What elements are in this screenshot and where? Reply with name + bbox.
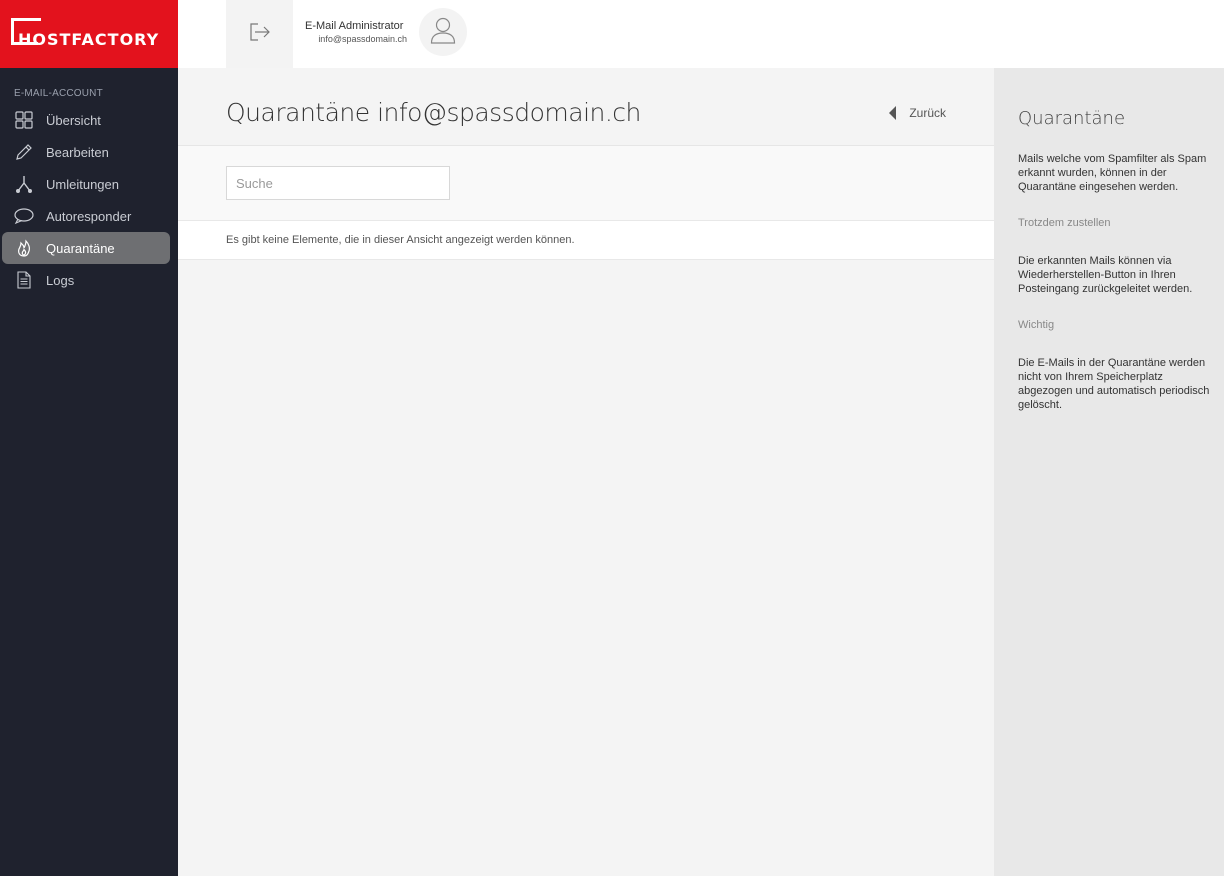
search-input[interactable] — [226, 166, 450, 200]
sidebar-section-label: E-MAIL-ACCOUNT — [14, 88, 103, 99]
sidebar-item-label: Logs — [46, 272, 75, 288]
pencil-icon — [14, 142, 34, 162]
page-title: Quarantäne info@spassdomain.ch — [226, 98, 641, 127]
sidebar-item-uebersicht[interactable]: Übersicht — [2, 104, 170, 136]
sidebar-item-label: Übersicht — [46, 112, 101, 128]
user-email: info@spassdomain.ch — [318, 34, 407, 44]
flame-icon — [14, 238, 34, 258]
user-name: E-Mail Administrator — [305, 20, 404, 32]
arrow-left-icon — [889, 106, 897, 120]
fork-icon — [14, 174, 34, 194]
speech-bubble-icon — [14, 206, 34, 226]
help-panel: Quarantäne Mails welche vom Spamfilter a… — [994, 68, 1224, 876]
sidebar-item-label: Quarantäne — [46, 240, 115, 256]
help-text-deliver: Die erkannten Mails können via Wiederher… — [1018, 255, 1193, 295]
sidebar: HOSTFACTORY E-MAIL-ACCOUNT Übersicht Bea… — [0, 0, 178, 876]
help-heading-important: Wichtig — [1018, 319, 1055, 331]
sidebar-item-bearbeiten[interactable]: Bearbeiten — [2, 136, 170, 168]
sidebar-item-label: Bearbeiten — [46, 144, 109, 160]
logout-button[interactable] — [226, 0, 293, 68]
document-icon — [14, 270, 34, 290]
empty-state-row: Es gibt keine Elemente, die in dieser An… — [178, 220, 994, 260]
search-area — [178, 146, 994, 220]
grid-icon — [14, 110, 34, 130]
sidebar-nav: Übersicht Bearbeiten Umleitungen Autores… — [0, 104, 178, 296]
back-label: Zurück — [909, 106, 946, 120]
logout-icon — [249, 22, 271, 47]
sidebar-item-label: Autoresponder — [46, 208, 132, 224]
help-text-important: Die E-Mails in der Quarantäne werden nic… — [1018, 357, 1210, 411]
user-icon — [430, 16, 456, 49]
sidebar-item-label: Umleitungen — [46, 176, 119, 192]
sidebar-item-umleitungen[interactable]: Umleitungen — [2, 168, 170, 200]
help-title: Quarantäne — [1018, 108, 1126, 129]
back-button[interactable]: Zurück — [889, 106, 946, 120]
help-intro: Mails welche vom Spamfilter als Spam erk… — [1018, 153, 1207, 193]
sidebar-item-quarantaene[interactable]: Quarantäne — [2, 232, 170, 264]
top-bar: E-Mail Administrator info@spassdomain.ch — [178, 0, 1224, 68]
sidebar-item-autoresponder[interactable]: Autoresponder — [2, 200, 170, 232]
brand-name: HOSTFACTORY — [18, 30, 160, 49]
brand-logo[interactable]: HOSTFACTORY — [0, 0, 178, 68]
empty-message: Es gibt keine Elemente, die in dieser An… — [226, 234, 575, 246]
sidebar-item-logs[interactable]: Logs — [2, 264, 170, 296]
help-heading-deliver: Trotzdem zustellen — [1018, 217, 1111, 229]
avatar[interactable] — [419, 8, 467, 56]
main-content: Quarantäne info@spassdomain.ch Zurück Es… — [178, 68, 994, 876]
